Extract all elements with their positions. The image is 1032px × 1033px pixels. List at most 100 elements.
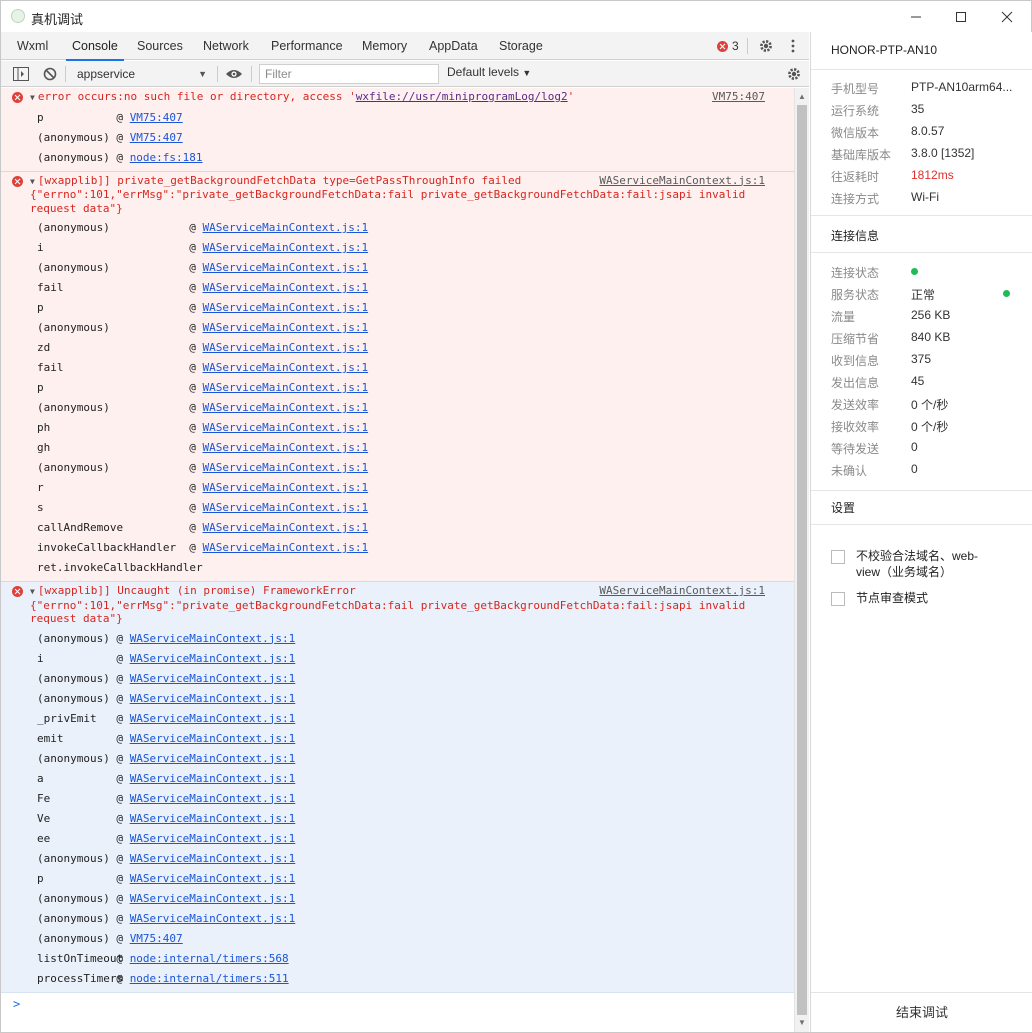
end-debug-button[interactable]: 结束调试 xyxy=(811,992,1032,1032)
frame-source-link[interactable]: WAServiceMainContext.js:1 xyxy=(130,732,296,745)
live-expression-eye-icon[interactable] xyxy=(225,68,243,80)
expand-triangle-icon[interactable]: ▼ xyxy=(30,177,35,186)
scroll-up-arrow-icon[interactable]: ▲ xyxy=(795,90,809,104)
frame-function: (anonymous) xyxy=(37,401,110,414)
scrollbar-thumb[interactable] xyxy=(797,105,807,1015)
frame-source-link[interactable]: WAServiceMainContext.js:1 xyxy=(203,301,369,314)
frame-source-link[interactable]: WAServiceMainContext.js:1 xyxy=(203,321,369,334)
stack-frame: p @ WAServiceMainContext.js:1 xyxy=(37,378,794,398)
frame-source-link[interactable]: WAServiceMainContext.js:1 xyxy=(130,712,296,725)
console-settings-gear-icon[interactable] xyxy=(786,66,802,82)
error-icon xyxy=(12,586,27,600)
frame-source-link[interactable]: WAServiceMainContext.js:1 xyxy=(130,672,296,685)
tab-network[interactable]: Network xyxy=(203,32,249,60)
frame-source-link[interactable]: WAServiceMainContext.js:1 xyxy=(203,381,369,394)
frame-source-link[interactable]: WAServiceMainContext.js:1 xyxy=(130,912,296,925)
frame-source-link[interactable]: WAServiceMainContext.js:1 xyxy=(130,792,296,805)
expand-triangle-icon[interactable]: ▼ xyxy=(30,93,35,102)
divider xyxy=(65,66,66,82)
tab-performance[interactable]: Performance xyxy=(271,32,343,60)
frame-source-link[interactable]: WAServiceMainContext.js:1 xyxy=(203,461,369,474)
frame-source-link[interactable]: WAServiceMainContext.js:1 xyxy=(130,832,296,845)
expand-triangle-icon[interactable]: ▼ xyxy=(30,587,35,596)
frame-source-link[interactable]: WAServiceMainContext.js:1 xyxy=(203,481,369,494)
more-options-icon[interactable] xyxy=(790,39,796,53)
setting-checkbox[interactable] xyxy=(831,550,845,564)
frame-source-link[interactable]: WAServiceMainContext.js:1 xyxy=(203,221,369,234)
scroll-down-arrow-icon[interactable]: ▼ xyxy=(795,1016,809,1030)
context-select[interactable]: appservice ▼ xyxy=(71,64,211,84)
maximize-button[interactable] xyxy=(938,1,984,32)
frame-source-link[interactable]: WAServiceMainContext.js:1 xyxy=(203,401,369,414)
frame-source-link[interactable]: WAServiceMainContext.js:1 xyxy=(130,812,296,825)
frame-source-link[interactable]: WAServiceMainContext.js:1 xyxy=(203,361,369,374)
frame-function: (anonymous) xyxy=(37,150,110,164)
clear-console-icon[interactable] xyxy=(43,67,57,81)
console-message[interactable]: ▼ [wxapplib]] private_getBackgroundFetchD… xyxy=(1,171,794,582)
console-scrollbar[interactable]: ▲ ▼ xyxy=(794,88,809,1032)
frame-source-link[interactable]: WAServiceMainContext.js:1 xyxy=(130,692,296,705)
settings-gear-icon[interactable] xyxy=(758,38,774,54)
frame-source-link[interactable]: WAServiceMainContext.js:1 xyxy=(130,852,296,865)
frame-source-link[interactable]: WAServiceMainContext.js:1 xyxy=(203,421,369,434)
connected-status-dot xyxy=(911,268,918,275)
frame-source-link[interactable]: WAServiceMainContext.js:1 xyxy=(203,441,369,454)
error-counter[interactable]: 3 xyxy=(717,39,739,53)
frame-source-link[interactable]: VM75:407 xyxy=(130,932,183,945)
frame-source-link[interactable]: WAServiceMainContext.js:1 xyxy=(130,752,296,765)
frame-source-link[interactable]: WAServiceMainContext.js:1 xyxy=(203,281,369,294)
message-source-link[interactable]: WAServiceMainContext.js:1 xyxy=(599,584,765,597)
stack-frame: (anonymous) @ WAServiceMainContext.js:1 xyxy=(37,909,794,929)
frame-source-link[interactable]: WAServiceMainContext.js:1 xyxy=(203,341,369,354)
tab-appdata[interactable]: AppData xyxy=(429,32,478,60)
frame-function: ee xyxy=(37,831,51,845)
sidebar-toggle-icon[interactable] xyxy=(13,67,29,81)
frame-source-link[interactable]: VM75:407 xyxy=(130,131,183,144)
console-message[interactable]: ▼ [wxapplib]] Uncaught (in promise) Frame… xyxy=(1,582,794,993)
stack-frame: (anonymous) @ WAServiceMainContext.js:1 xyxy=(37,629,794,649)
frame-source-link[interactable]: WAServiceMainContext.js:1 xyxy=(130,872,296,885)
frame-source-link[interactable]: WAServiceMainContext.js:1 xyxy=(130,772,296,785)
close-button[interactable] xyxy=(984,1,1030,32)
file-link[interactable]: wxfile://usr/miniprogramLog/log2 xyxy=(356,90,568,103)
frame-source-link[interactable]: VM75:407 xyxy=(130,111,183,124)
stack-frame: zd @ WAServiceMainContext.js:1 xyxy=(37,338,794,358)
frame-source-link[interactable]: WAServiceMainContext.js:1 xyxy=(203,541,369,554)
frame-source-link[interactable]: WAServiceMainContext.js:1 xyxy=(130,632,296,645)
frame-source-link[interactable]: WAServiceMainContext.js:1 xyxy=(203,521,369,534)
frame-function: fail xyxy=(37,281,64,294)
tab-sources[interactable]: Sources xyxy=(137,32,183,60)
info-key: 服务状态 xyxy=(831,288,880,302)
frame-source-link[interactable]: node:fs:181 xyxy=(130,151,203,164)
log-levels-select[interactable]: Default levels ▼ xyxy=(447,65,531,79)
frame-source-link[interactable]: WAServiceMainContext.js:1 xyxy=(130,652,296,665)
console-message[interactable]: ▼ error occurs:no such file or directory,… xyxy=(1,88,794,172)
info-key: 微信版本 xyxy=(831,126,880,140)
tab-console[interactable]: Console xyxy=(66,32,124,61)
frame-source-link[interactable]: node:internal/timers:511 xyxy=(130,972,289,985)
log-levels-label: Default levels xyxy=(447,65,520,79)
minimize-button[interactable] xyxy=(893,1,939,32)
frame-source-link[interactable]: WAServiceMainContext.js:1 xyxy=(203,241,369,254)
connection-info-row: 连接状态 xyxy=(831,260,1031,282)
frame-function: emit xyxy=(37,731,64,745)
frame-source-link[interactable]: WAServiceMainContext.js:1 xyxy=(203,501,369,514)
info-key: 手机型号 xyxy=(831,82,880,96)
tab-wxml[interactable]: Wxml xyxy=(17,32,48,60)
console-prompt[interactable]: > xyxy=(13,993,794,1011)
dropdown-arrow-icon: ▼ xyxy=(522,68,532,78)
context-value: appservice xyxy=(77,67,136,81)
settings-section-title: 设置 xyxy=(831,501,856,515)
frame-source-link[interactable]: node:internal/timers:568 xyxy=(130,952,289,965)
tab-storage[interactable]: Storage xyxy=(499,32,543,60)
frame-source-link[interactable]: WAServiceMainContext.js:1 xyxy=(203,261,369,274)
setting-checkbox[interactable] xyxy=(831,592,845,606)
message-source-link[interactable]: WAServiceMainContext.js:1 xyxy=(599,174,765,187)
tab-memory[interactable]: Memory xyxy=(362,32,407,60)
console-output[interactable]: ▼ error occurs:no such file or directory,… xyxy=(1,88,794,1032)
message-source-link[interactable]: VM75:407 xyxy=(712,90,765,103)
filter-input[interactable] xyxy=(259,64,439,84)
info-value: 0 xyxy=(911,462,918,476)
frame-source-link[interactable]: WAServiceMainContext.js:1 xyxy=(130,892,296,905)
connection-info-row: 收到信息 375 xyxy=(831,348,1031,370)
